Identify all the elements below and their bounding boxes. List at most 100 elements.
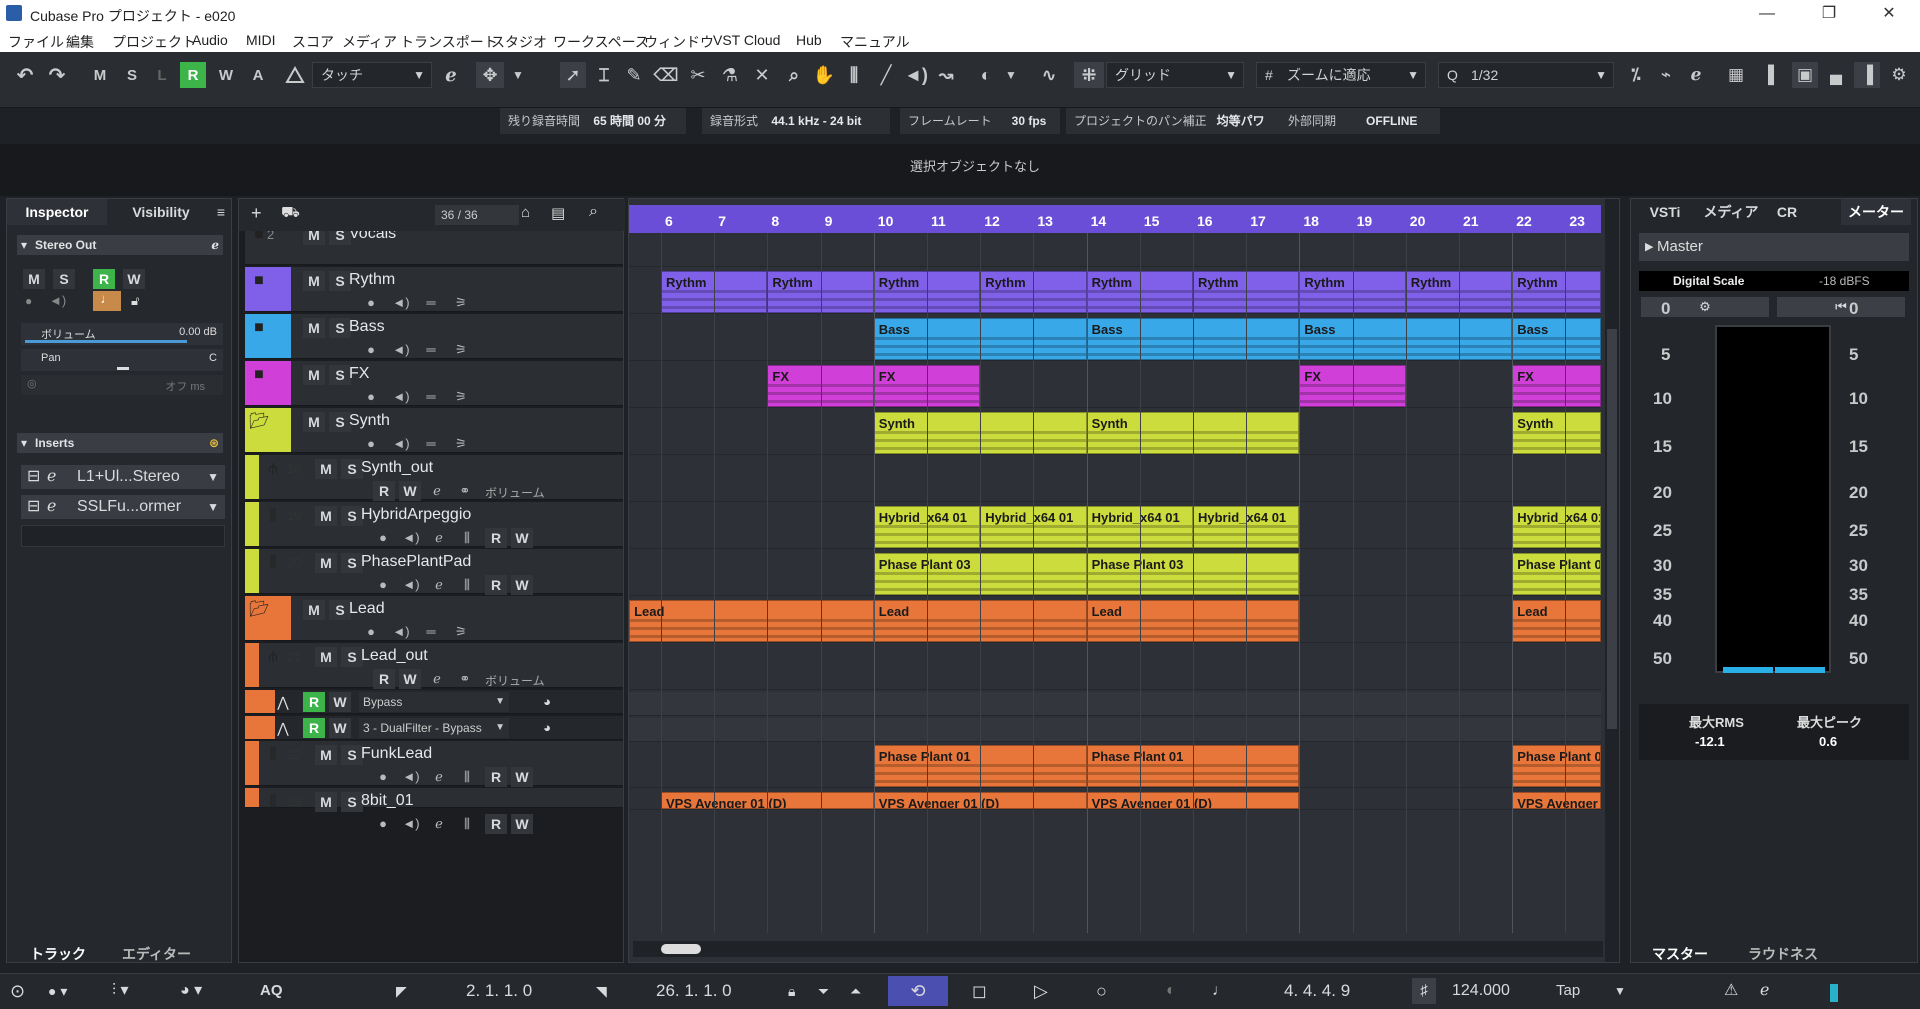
instrument-edit-icon[interactable]: ⫼: [457, 528, 477, 548]
snap-type-select[interactable]: グリッド ▼: [1106, 62, 1244, 88]
section-stereo-out[interactable]: ▾ Stereo Out ℯ: [17, 235, 223, 255]
mute-button[interactable]: M: [303, 231, 325, 245]
monitor-icon[interactable]: ◄): [391, 387, 411, 407]
pan-control[interactable]: Pan C: [21, 349, 223, 371]
track-lane[interactable]: [629, 718, 1601, 742]
folder-icon[interactable]: 📂︎: [249, 412, 269, 432]
track-row-phaseplant-pad[interactable]: ⫼ 20 M S PhasePlantPad ● ◄) ℯ ⫼ R W: [245, 549, 623, 595]
mute-button[interactable]: M: [303, 318, 325, 338]
write-button[interactable]: W: [511, 575, 533, 595]
read-button[interactable]: R: [373, 669, 395, 689]
pointer-tool-icon[interactable]: ➚: [560, 62, 586, 88]
right-locator-icon[interactable]: ◥: [596, 978, 607, 1004]
instrument-edit-icon[interactable]: ⫼: [457, 814, 477, 834]
solo-button[interactable]: S: [341, 459, 363, 479]
mute-button[interactable]: M: [315, 553, 337, 573]
instrument-edit-icon[interactable]: ⫼: [457, 575, 477, 595]
automation-parameter-select[interactable]: 3 - DualFilter - Bypass ▼: [359, 718, 509, 738]
track-row-hybrid-arpeggio[interactable]: ⫼ 19 M S HybridArpeggio ● ◄) ℯ ⫼ R W: [245, 502, 623, 548]
minimize-button[interactable]: —: [1744, 2, 1790, 26]
restore-button[interactable]: ❐: [1806, 2, 1852, 26]
freeze-icon[interactable]: ⚞: [451, 293, 471, 313]
solo-button[interactable]: S: [329, 318, 351, 338]
write-button[interactable]: W: [329, 718, 351, 738]
menu-audio[interactable]: Audio: [192, 32, 228, 48]
track-row-bass[interactable]: ■ M S Bass ● ◄) ═ ⚞: [245, 314, 623, 359]
menu-studio[interactable]: スタジオ: [491, 32, 547, 52]
add-track-template-icon[interactable]: ⛟: [281, 204, 300, 223]
track-row-synth-out[interactable]: ⫛ 18 M S Synth_out R Wℯ ⚭ ボリューム: [245, 455, 623, 501]
write-button[interactable]: W: [399, 669, 421, 689]
cycle-icon[interactable]: ⟲: [888, 976, 948, 1006]
warp-tool-icon[interactable]: ↝: [934, 62, 958, 88]
track-row-lead[interactable]: 📂︎ M S Lead ● ◄) ═ ⚞: [245, 596, 623, 641]
write-button[interactable]: W: [399, 481, 421, 501]
solo-button[interactable]: S: [329, 231, 351, 245]
edit-channel-icon[interactable]: ℯ: [427, 481, 447, 501]
edit-channel-icon[interactable]: ℯ: [429, 528, 449, 548]
solo-button[interactable]: S: [341, 792, 363, 812]
tab-tracks[interactable]: トラック: [30, 944, 86, 964]
record-icon[interactable]: ●: [361, 434, 381, 454]
comp-tool-icon[interactable]: ⫼: [842, 62, 866, 88]
search-icon[interactable]: ⌕: [589, 203, 598, 221]
delay-control[interactable]: ◎ オフ ms: [21, 375, 223, 395]
add-track-icon[interactable]: +: [251, 203, 262, 224]
solo-mode-button[interactable]: S: [120, 62, 144, 88]
record-icon[interactable]: ●: [361, 387, 381, 407]
tap-button[interactable]: Tap: [1556, 978, 1580, 1004]
automation-mode-select[interactable]: タッチ ▼: [312, 62, 432, 88]
listen-mode-button[interactable]: L: [152, 62, 172, 88]
ruler[interactable]: 6 7 8 9 10 11 12 13 14 15 16 17 18 19 20 21 22 23: [629, 205, 1601, 233]
record-icon[interactable]: ●: [373, 575, 393, 595]
autoscroll-icon[interactable]: ∿: [1036, 62, 1062, 88]
read-button[interactable]: R: [485, 528, 507, 548]
read-button[interactable]: R: [93, 269, 115, 289]
mute-button[interactable]: M: [303, 600, 325, 620]
undo-icon[interactable]: ↶: [12, 62, 38, 88]
keyboard-icon[interactable]: ▦: [1724, 62, 1748, 88]
folder-icon[interactable]: ■: [249, 231, 269, 245]
solo-button[interactable]: S: [341, 506, 363, 526]
part-bass[interactable]: Bass: [1512, 318, 1601, 360]
quantize-apply-icon[interactable]: ⁒: [1624, 62, 1648, 88]
edit-channel-icon[interactable]: ℯ: [429, 575, 449, 595]
color-dropdown-icon[interactable]: ▼: [1002, 62, 1020, 88]
record-dot-icon[interactable]: ●: [25, 294, 32, 308]
menu-hub[interactable]: Hub: [796, 32, 822, 48]
folder-icon[interactable]: ■: [249, 365, 269, 385]
solo-button[interactable]: S: [341, 553, 363, 573]
menu-midi[interactable]: MIDI: [246, 32, 276, 48]
mute-button[interactable]: M: [303, 271, 325, 291]
mute-button[interactable]: M: [315, 745, 337, 765]
track-preset-icon[interactable]: ⌂: [521, 204, 530, 221]
record-icon[interactable]: ○: [1096, 978, 1107, 1004]
audio-mode-icon[interactable]: ⫶ ▾: [112, 978, 128, 1004]
left-locator-display[interactable]: 2. 1. 1. 0: [466, 978, 532, 1004]
rec-format-display[interactable]: 録音形式 44.1 kHz - 24 bit: [702, 108, 890, 134]
track-lane[interactable]: [629, 692, 1601, 716]
menu-media[interactable]: メディア: [342, 32, 397, 52]
track-lane[interactable]: [629, 457, 1601, 502]
write-button[interactable]: W: [329, 692, 351, 712]
read-button[interactable]: R: [485, 575, 507, 595]
read-automation-button[interactable]: R: [180, 62, 206, 88]
edit-in-place-icon[interactable]: ℯ: [438, 62, 464, 88]
hand-tool-icon[interactable]: ✋: [812, 62, 836, 88]
split-tool-icon[interactable]: ✂: [686, 62, 710, 88]
quantize-panel-icon[interactable]: ℯ: [1684, 62, 1708, 88]
track-lane[interactable]: [629, 233, 1601, 267]
track-row-8bit-01[interactable]: ⫼ 23 M S 8bit_01 ● ◄) ℯ ⫼ R W: [245, 788, 623, 834]
read-button[interactable]: R: [373, 481, 395, 501]
track-row-rythm[interactable]: ■ M S Rythm ● ◄) ═ ⚞: [245, 267, 623, 312]
inspector-zone-icon[interactable]: ▣: [1792, 62, 1818, 88]
write-button[interactable]: W: [511, 814, 533, 834]
folder-icon[interactable]: ■: [249, 271, 269, 291]
object-selection-icon[interactable]: ✥: [476, 62, 504, 88]
write-automation-button[interactable]: W: [214, 62, 238, 88]
sync-display[interactable]: 外部同期 OFFLINE: [1280, 108, 1440, 134]
play-tool-icon[interactable]: ◄): [904, 62, 928, 88]
lock-icon[interactable]: 🔓︎: [131, 293, 139, 309]
automation-value-icon[interactable]: ◕: [537, 718, 557, 738]
freeze-icon[interactable]: ⚞: [451, 340, 471, 360]
